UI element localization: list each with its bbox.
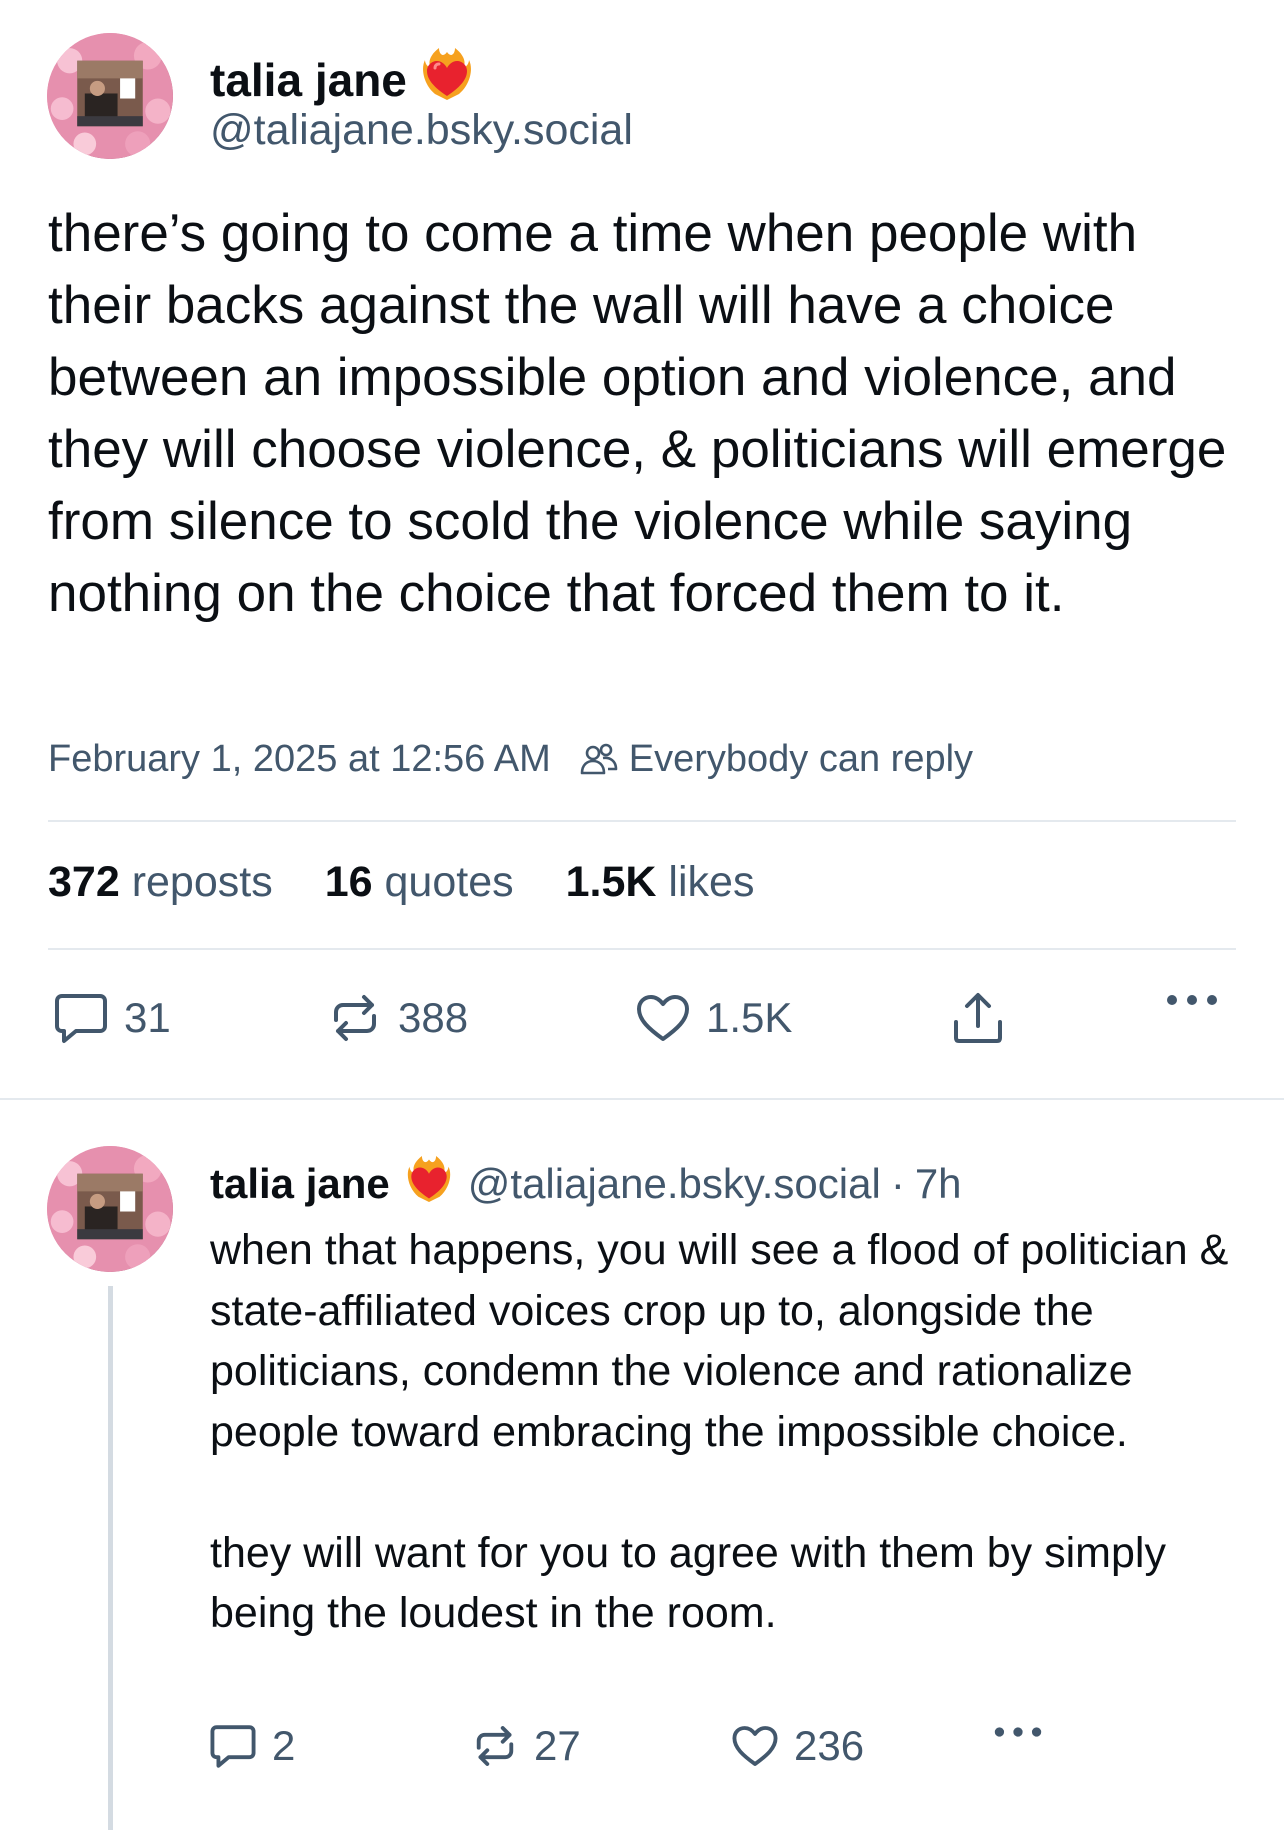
reply-author-avatar[interactable] [47, 1146, 173, 1272]
reply-actions: 2 27 236 [0, 1722, 1284, 1778]
divider [48, 948, 1236, 950]
repost-count: 27 [534, 1722, 581, 1769]
quotes-stat[interactable]: 16 quotes [325, 858, 514, 907]
post-separator [0, 1098, 1284, 1100]
reply-setting: Everybody can reply [628, 738, 974, 780]
reply-count: 2 [272, 1722, 296, 1769]
likes-count: 1.5K [565, 858, 657, 906]
post-actions: 31 388 1.5K [0, 990, 1284, 1050]
reposts-label: reposts [131, 858, 273, 906]
reposts-count: 372 [48, 858, 120, 906]
quotes-label: quotes [384, 858, 514, 906]
reply-time[interactable]: 7h [915, 1160, 962, 1208]
repost-count: 388 [398, 994, 469, 1041]
like-button[interactable]: 1.5K [634, 990, 792, 1046]
more-horizontal-icon [1167, 995, 1217, 1005]
heart-icon [637, 995, 689, 1041]
likes-stat[interactable]: 1.5K likes [566, 858, 755, 907]
author-avatar[interactable] [47, 33, 173, 159]
reply-text: when that happens, you will see a flood … [210, 1226, 1229, 1637]
share-icon [954, 993, 1002, 1043]
heart-on-fire-icon [421, 46, 473, 113]
header-separator: · [890, 1160, 905, 1207]
reposts-stat[interactable]: 372 reposts [48, 858, 273, 907]
author-name-text: talia jane [210, 53, 407, 106]
avatar-photo [47, 33, 173, 159]
post-text: there’s going to come a time when people… [48, 204, 1242, 623]
share-button[interactable] [950, 990, 1006, 1046]
author-name[interactable]: talia jane [210, 46, 473, 113]
like-count: 236 [794, 1722, 865, 1769]
more-options-button[interactable] [992, 1722, 1044, 1742]
repost-button[interactable]: 388 [326, 990, 468, 1046]
reply-icon [55, 994, 107, 1043]
reply-author-name[interactable]: talia jane [210, 1160, 390, 1208]
reply-button[interactable]: 2 [208, 1722, 295, 1770]
repost-icon [476, 1726, 514, 1766]
author-handle[interactable]: @taliajane.bsky.social [210, 106, 633, 155]
reply-author-handle[interactable]: @taliajane.bsky.social [468, 1160, 881, 1208]
post-timestamp[interactable]: February 1, 2025 at 12:56 AM [48, 738, 551, 781]
reply-header: talia jane @taliajane.bsky.social · 7h [210, 1154, 962, 1214]
likes-label: likes [668, 858, 755, 906]
post-meta: February 1, 2025 at 12:56 AM Everybody c… [48, 738, 973, 781]
quotes-count: 16 [324, 858, 373, 906]
divider [48, 820, 1236, 822]
repost-icon [334, 995, 376, 1041]
more-horizontal-icon [994, 1727, 1042, 1737]
more-options-button[interactable] [1164, 990, 1220, 1010]
reply-count: 31 [124, 994, 171, 1041]
like-button[interactable]: 236 [730, 1722, 864, 1770]
heart-icon [732, 1726, 778, 1766]
people-icon [580, 743, 618, 774]
repost-button[interactable]: 27 [470, 1722, 581, 1770]
heart-on-fire-icon [406, 1154, 452, 1214]
post-stats: 372 reposts 16 quotes 1.5K likes [48, 858, 754, 907]
like-count: 1.5K [706, 994, 793, 1041]
avatar-photo [47, 1146, 173, 1272]
reply-button[interactable]: 31 [52, 990, 171, 1046]
reply-icon [210, 1725, 256, 1768]
